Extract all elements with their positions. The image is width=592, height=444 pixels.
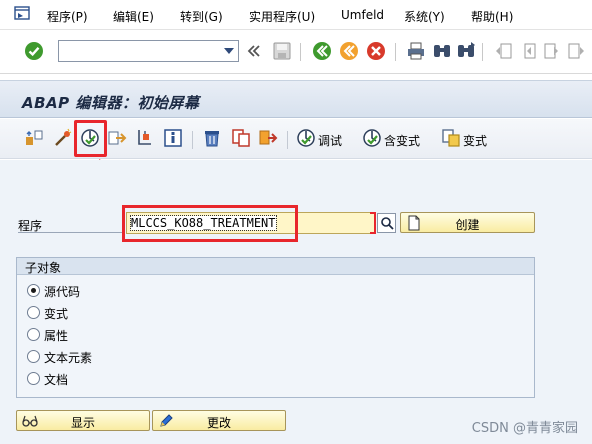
radio-button[interactable] [27,328,40,341]
radio-button[interactable] [27,350,40,363]
toolbar-separator [287,131,288,149]
annotation-bracket [370,212,376,234]
change-button[interactable]: 更改 [152,410,286,431]
menu-goto[interactable]: 转到(G) [180,8,223,25]
subobjects-title: 子对象 [17,258,534,275]
page-title: ABAP 编辑器：初始屏幕 [22,94,200,112]
menu-environment[interactable]: Umfeld [341,8,384,22]
radio-label: 文本元素 [44,351,93,365]
radio-button[interactable] [27,372,40,385]
exit-icon[interactable] [339,41,359,61]
info-icon[interactable] [163,128,183,148]
last-page-icon[interactable] [566,41,586,61]
enter-icon[interactable] [24,41,44,61]
radio-label: 文档 [44,373,69,387]
subobjects-group: 子对象 源代码 变式 属性 文本元素 文档 [16,257,535,398]
debug-icon[interactable] [296,128,316,148]
find-icon[interactable] [432,41,452,61]
debug-button-label[interactable]: 调试 [318,132,342,149]
radio-button[interactable] [27,284,40,297]
toolbar-separator [482,43,483,61]
display-button-label: 显示 [70,416,95,430]
find-next-icon[interactable] [456,41,476,61]
chevron-down-icon[interactable] [224,48,234,54]
cancel-icon[interactable] [366,41,386,61]
toolbar-separator [300,43,301,61]
activate-icon[interactable] [107,128,127,148]
create-button[interactable]: 创建 [400,212,535,233]
menu-help[interactable]: 帮助(H) [471,8,513,25]
variant-icon[interactable] [441,128,461,148]
command-field[interactable] [58,40,239,62]
value-help-button[interactable] [377,213,396,233]
radio-label: 属性 [44,329,69,343]
search-icon [381,217,394,230]
rename-icon[interactable] [258,128,278,148]
menu-icon[interactable] [14,6,30,20]
program-label-underline [18,232,124,233]
menu-utilities[interactable]: 实用程序(U) [249,8,315,25]
print-icon[interactable] [406,41,426,61]
radio-button[interactable] [27,306,40,319]
where-used-icon[interactable] [53,128,73,148]
execute-with-variant-icon[interactable] [362,128,382,148]
radio-label: 源代码 [44,285,81,299]
standard-toolbar [0,31,592,74]
change-button-label: 更改 [206,416,231,430]
previous-page-icon[interactable] [518,41,538,61]
radio-label: 变式 [44,307,69,321]
create-button-label: 创建 [455,218,480,232]
where-used-list-icon[interactable] [135,128,155,148]
delete-icon[interactable] [202,128,222,148]
display-button[interactable]: 显示 [16,410,150,431]
annotation-input-box [122,205,298,242]
collapse-icon[interactable] [246,41,262,61]
first-page-icon[interactable] [494,41,514,61]
title-bar: ABAP 编辑器：初始屏幕 [0,80,592,118]
toolbar-separator [395,43,396,61]
menu-bar: 程序(P) 编辑(E) 转到(G) 实用程序(U) Umfeld 系统(Y) 帮… [0,0,592,30]
save-icon[interactable] [272,41,292,61]
annotation-highlight-box [74,120,107,157]
menu-program[interactable]: 程序(P) [47,8,88,25]
toolbar-separator [192,131,193,149]
menu-edit[interactable]: 编辑(E) [113,8,154,25]
other-object-icon[interactable] [24,128,44,148]
back-icon[interactable] [312,41,332,61]
variant-button-label[interactable]: 变式 [463,132,487,149]
watermark: CSDN @青青家园 [471,421,578,436]
next-page-icon[interactable] [542,41,562,61]
with-variant-button-label[interactable]: 含变式 [384,132,420,149]
copy-icon[interactable] [231,128,251,148]
menu-system[interactable]: 系统(Y) [404,8,445,25]
